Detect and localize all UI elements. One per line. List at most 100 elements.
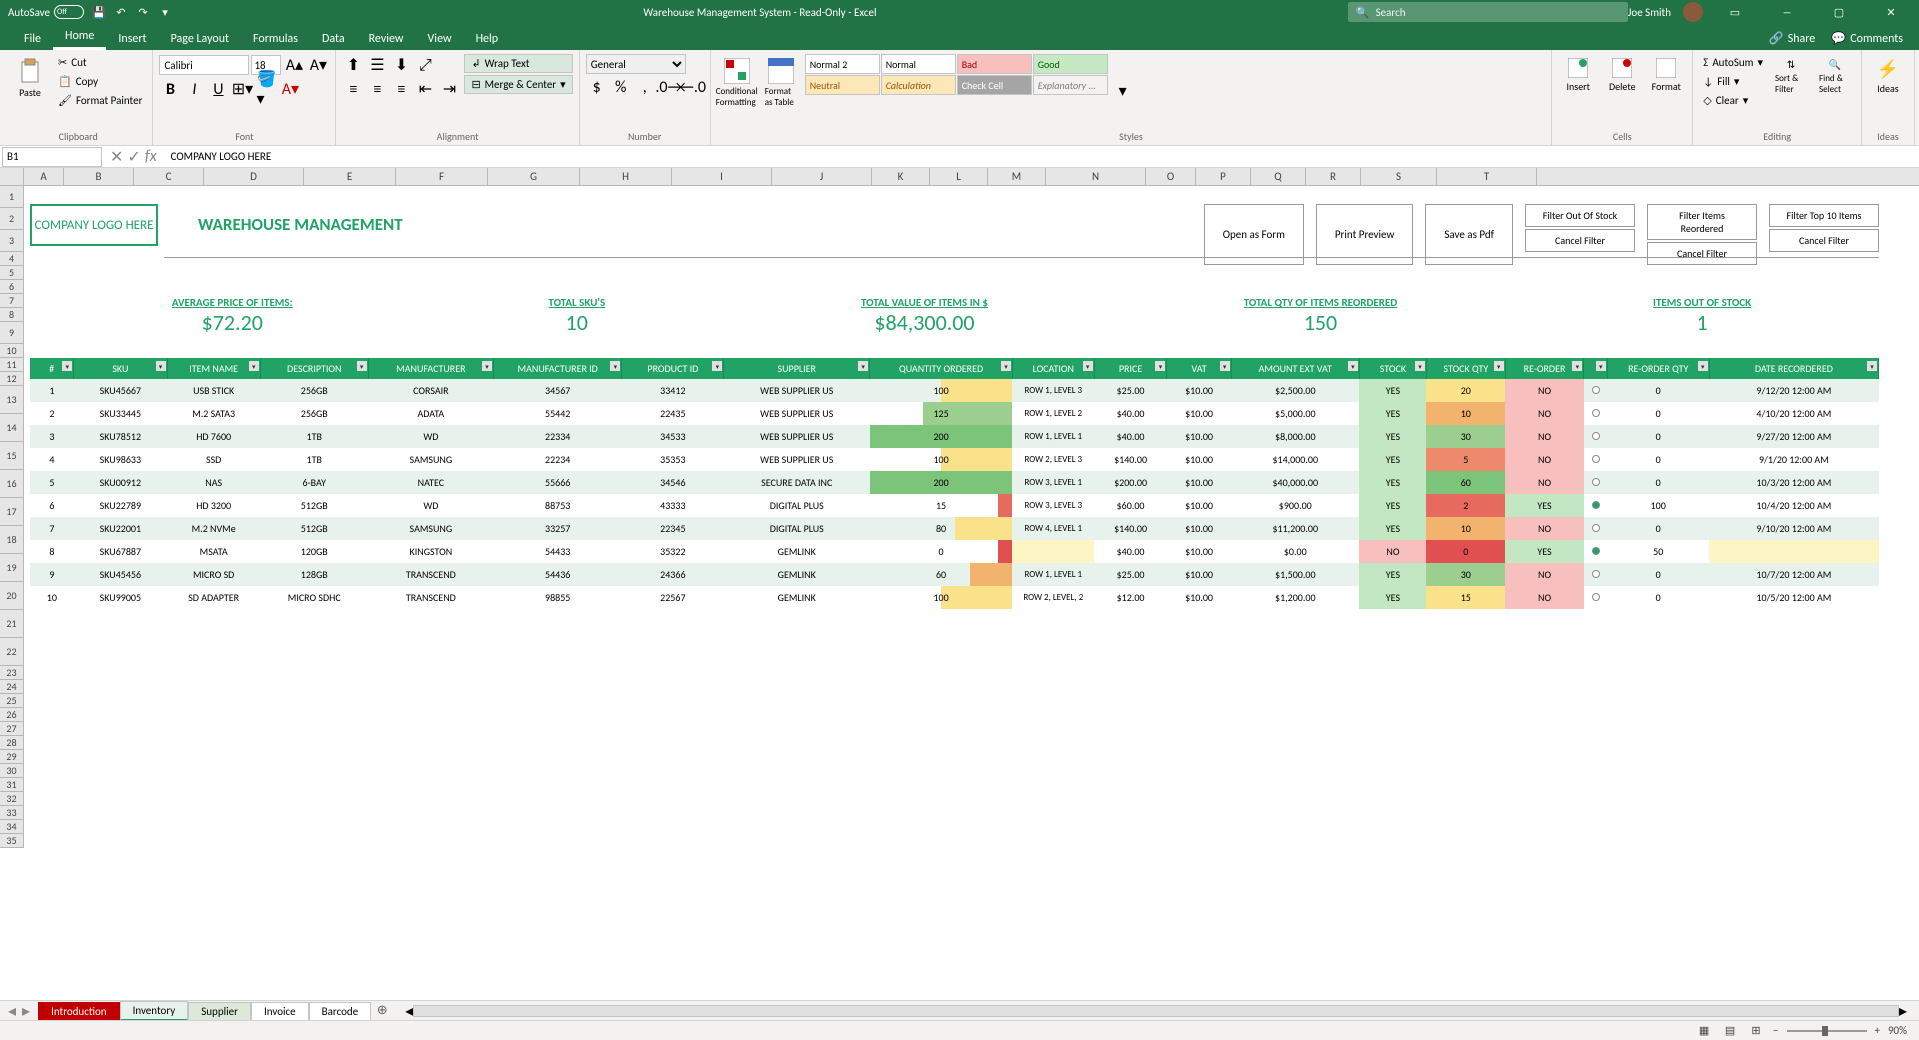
- comma-icon[interactable]: ,: [634, 76, 656, 98]
- stock-cell[interactable]: YES: [1359, 379, 1426, 402]
- location-cell[interactable]: ROW 1, LEVEL 2: [1012, 402, 1094, 425]
- delete-cells-button[interactable]: Delete: [1602, 54, 1642, 97]
- cancel-filter-1-button[interactable]: Cancel Filter: [1525, 229, 1635, 252]
- cell[interactable]: MICRO SD: [167, 563, 260, 586]
- font-color-button[interactable]: A▾: [279, 78, 301, 100]
- amount-cell[interactable]: $14,000.00: [1231, 448, 1359, 471]
- tab-review[interactable]: Review: [357, 28, 416, 50]
- cell[interactable]: TRANSCEND: [368, 563, 493, 586]
- location-cell[interactable]: ROW 1, LEVEL 3: [1012, 379, 1094, 402]
- table-row[interactable]: 6SKU22789HD 3200512GBWD8875343333DIGITAL…: [30, 494, 1879, 517]
- filter-reordered-button[interactable]: Filter Items Reordered: [1647, 204, 1757, 240]
- fill-color-button[interactable]: 🪣▾: [255, 78, 277, 100]
- cell[interactable]: 22334: [494, 425, 622, 448]
- qty-cell[interactable]: 200: [870, 471, 1013, 494]
- table-row[interactable]: 2SKU33445M.2 SATA3256GBADATA5544222435WE…: [30, 402, 1879, 425]
- find-select-button[interactable]: 🔍Find & Select: [1815, 54, 1855, 99]
- cell[interactable]: TRANSCEND: [368, 586, 493, 609]
- price-cell[interactable]: $25.00: [1094, 379, 1167, 402]
- date-cell[interactable]: [1709, 540, 1878, 563]
- italic-button[interactable]: I: [183, 78, 205, 100]
- reorder-cell[interactable]: NO: [1505, 448, 1584, 471]
- col-header-H[interactable]: H: [580, 168, 672, 185]
- table-header[interactable]: SUPPLIER▾: [724, 358, 870, 379]
- zoom-level[interactable]: 90%: [1888, 1024, 1907, 1037]
- percent-icon[interactable]: %: [610, 76, 632, 98]
- col-header-R[interactable]: R: [1306, 168, 1361, 185]
- reorder-cell[interactable]: NO: [1505, 402, 1584, 425]
- align-center-icon[interactable]: ≡: [366, 78, 388, 100]
- cell[interactable]: SKU67887: [74, 540, 167, 563]
- autosave-toggle[interactable]: AutoSave Off: [8, 5, 84, 19]
- style-check-cell[interactable]: Check Cell: [957, 75, 1032, 95]
- maximize-button[interactable]: ▢: [1819, 0, 1859, 24]
- price-cell[interactable]: $200.00: [1094, 471, 1167, 494]
- cell[interactable]: ADATA: [368, 402, 493, 425]
- qty-cell[interactable]: 100: [870, 379, 1013, 402]
- amount-cell[interactable]: $1,200.00: [1231, 586, 1359, 609]
- cell[interactable]: SECURE DATA INC: [724, 471, 870, 494]
- row-header-25[interactable]: 25: [0, 694, 24, 708]
- date-cell[interactable]: 9/1/20 12:00 AM: [1709, 448, 1878, 471]
- filter-dropdown-icon[interactable]: ▾: [858, 361, 868, 371]
- name-box[interactable]: [2, 147, 102, 167]
- sheet-tab-barcode[interactable]: Barcode: [309, 1002, 372, 1020]
- close-button[interactable]: ✕: [1871, 0, 1911, 24]
- orientation-icon[interactable]: ⤢: [414, 54, 436, 76]
- autosum-button[interactable]: Σ AutoSum ▾: [1699, 54, 1767, 71]
- reorder-qty-cell[interactable]: 0: [1607, 379, 1709, 402]
- cell[interactable]: GEMLINK: [724, 563, 870, 586]
- cell[interactable]: 34567: [494, 379, 622, 402]
- filter-dropdown-icon[interactable]: ▾: [482, 361, 492, 371]
- cell[interactable]: SKU98633: [74, 448, 167, 471]
- row-header-19[interactable]: 19: [0, 554, 24, 582]
- merge-center-button[interactable]: ⊟ Merge & Center ▾: [464, 75, 572, 94]
- cell[interactable]: KINGSTON: [368, 540, 493, 563]
- filter-dropdown-icon[interactable]: ▾: [1348, 361, 1358, 371]
- user-avatar[interactable]: [1683, 2, 1703, 22]
- row-header-12[interactable]: 12: [0, 372, 24, 386]
- table-header[interactable]: ITEM NAME▾: [167, 358, 260, 379]
- align-left-icon[interactable]: ≡: [342, 78, 364, 100]
- row-header-1[interactable]: 1: [0, 186, 24, 208]
- table-row[interactable]: 10SKU99005SD ADAPTERMICRO SDHCTRANSCEND9…: [30, 586, 1879, 609]
- borders-button[interactable]: ⊞▾: [231, 78, 253, 100]
- stock-cell[interactable]: YES: [1359, 402, 1426, 425]
- cell[interactable]: 34533: [622, 425, 724, 448]
- sheet-tab-introduction[interactable]: Introduction: [38, 1002, 120, 1020]
- row-header-4[interactable]: 4: [0, 252, 24, 266]
- row-header-21[interactable]: 21: [0, 610, 24, 638]
- vat-cell[interactable]: $10.00: [1167, 471, 1231, 494]
- filter-dropdown-icon[interactable]: ▾: [357, 361, 367, 371]
- col-header-S[interactable]: S: [1361, 168, 1437, 185]
- row-header-9[interactable]: 9: [0, 322, 24, 344]
- reorder-qty-cell[interactable]: 0: [1607, 402, 1709, 425]
- location-cell[interactable]: ROW 3, LEVEL 1: [1012, 471, 1094, 494]
- stock-qty-cell[interactable]: 60: [1426, 471, 1505, 494]
- row-header-26[interactable]: 26: [0, 708, 24, 722]
- filter-dropdown-icon[interactable]: ▾: [249, 361, 259, 371]
- zoom-in-icon[interactable]: +: [1875, 1024, 1880, 1037]
- col-header-D[interactable]: D: [204, 168, 304, 185]
- reorder-dot-cell[interactable]: [1584, 494, 1607, 517]
- filter-out-of-stock-button[interactable]: Filter Out Of Stock: [1525, 204, 1635, 227]
- cell[interactable]: MSATA: [167, 540, 260, 563]
- filter-dropdown-icon[interactable]: ▾: [156, 361, 166, 371]
- cell[interactable]: 120GB: [260, 540, 368, 563]
- increase-indent-icon[interactable]: ⇥: [438, 78, 460, 100]
- vat-cell[interactable]: $10.00: [1167, 379, 1231, 402]
- col-header-G[interactable]: G: [488, 168, 580, 185]
- number-format-select[interactable]: General: [586, 54, 686, 74]
- save-icon[interactable]: 💾: [92, 5, 106, 19]
- cell[interactable]: WEB SUPPLIER US: [724, 425, 870, 448]
- tab-insert[interactable]: Insert: [106, 28, 158, 50]
- table-header[interactable]: PRICE▾: [1094, 358, 1167, 379]
- copy-button[interactable]: 📋 Copy: [54, 73, 146, 90]
- increase-decimal-icon[interactable]: .0→: [658, 76, 680, 98]
- cell[interactable]: 6: [30, 494, 74, 517]
- table-header[interactable]: MANUFACTURER▾: [368, 358, 493, 379]
- decrease-indent-icon[interactable]: ⇤: [414, 78, 436, 100]
- cell[interactable]: 22345: [622, 517, 724, 540]
- table-header[interactable]: STOCK QTY▾: [1426, 358, 1505, 379]
- cell[interactable]: 22234: [494, 448, 622, 471]
